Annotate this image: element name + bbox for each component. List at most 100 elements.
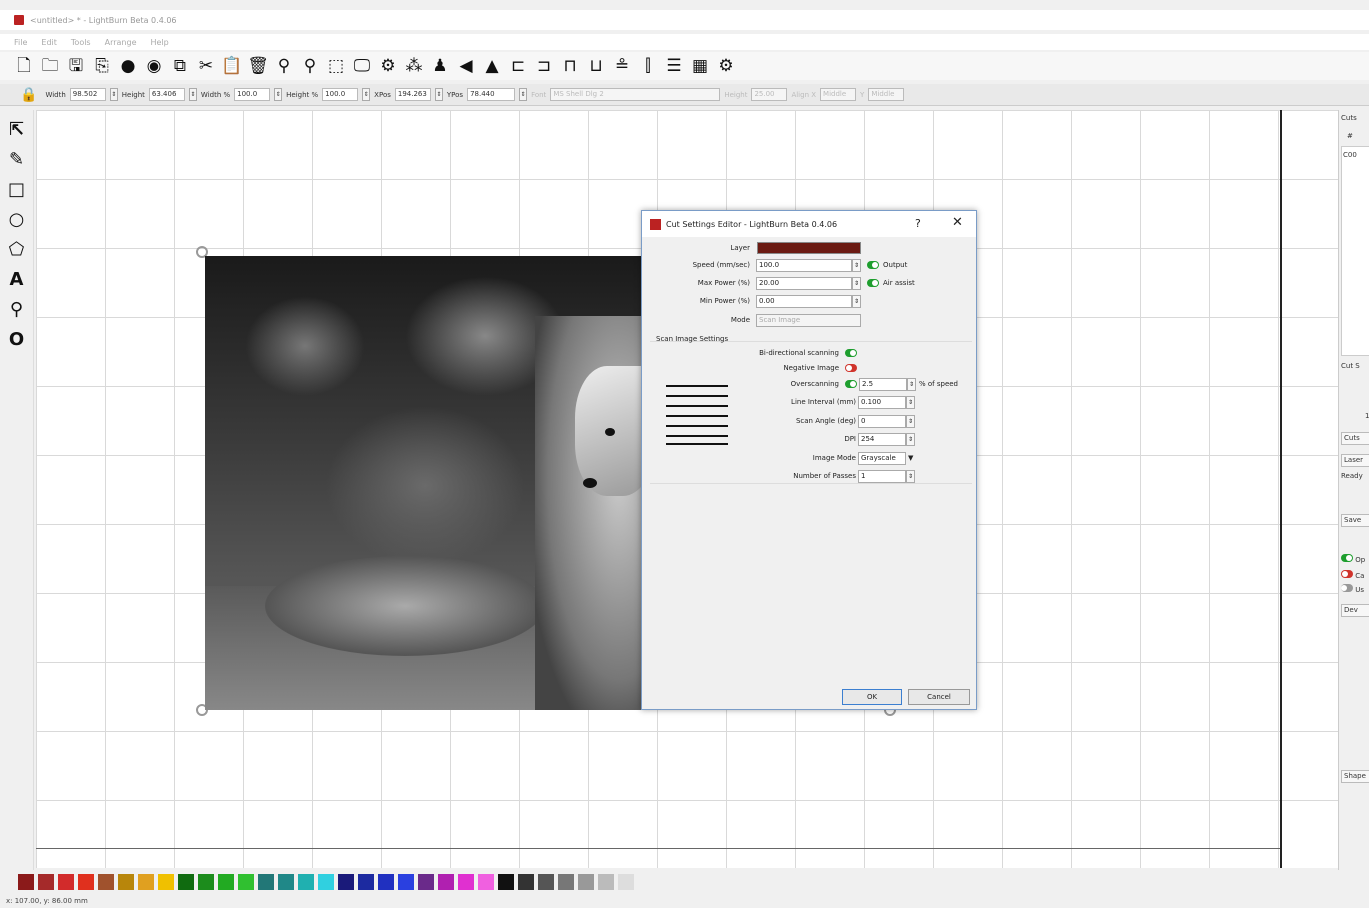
align-left-icon[interactable]: ⊏ — [508, 56, 528, 76]
menu-tools[interactable]: Tools — [71, 38, 91, 47]
settings-icon[interactable]: ⚙ — [378, 56, 398, 76]
max-power-field[interactable]: 20.00 — [756, 276, 852, 290]
min-power-spinner[interactable]: ⇕ — [852, 294, 861, 308]
cuts-row-c00[interactable]: C00 — [1343, 151, 1357, 159]
menu-file[interactable]: File — [14, 38, 27, 47]
color-swatch-1[interactable] — [38, 874, 54, 890]
zoom-tool-icon[interactable]: ⚲ — [274, 56, 294, 76]
distribute-icon[interactable]: ⫿ — [638, 56, 658, 76]
color-swatch-29[interactable] — [598, 874, 614, 890]
dpi-spinner[interactable]: ⇕ — [906, 432, 915, 446]
color-swatch-5[interactable] — [118, 874, 134, 890]
color-swatch-10[interactable] — [218, 874, 234, 890]
color-swatch-8[interactable] — [178, 874, 194, 890]
laser-button[interactable]: Laser — [1341, 454, 1369, 467]
overscan-toggle[interactable] — [845, 380, 857, 388]
grid-array-icon[interactable]: ▦ — [690, 56, 710, 76]
delete-icon[interactable]: 🗑 — [247, 56, 269, 76]
mode-select[interactable]: Scan Image — [756, 313, 861, 327]
copy-icon[interactable]: ⧉ — [170, 56, 190, 76]
xpos-field[interactable]: 194.263 — [394, 88, 431, 101]
color-swatch-9[interactable] — [198, 874, 214, 890]
color-swatch-11[interactable] — [238, 874, 254, 890]
color-swatch-20[interactable] — [418, 874, 434, 890]
dpi-field[interactable]: 254 — [858, 432, 906, 446]
color-swatch-13[interactable] — [278, 874, 294, 890]
height-pct-field[interactable]: 100.0 — [322, 88, 359, 101]
color-swatch-12[interactable] — [258, 874, 274, 890]
color-swatch-7[interactable] — [158, 874, 174, 890]
menu-edit[interactable]: Edit — [41, 38, 57, 47]
height-spinner[interactable]: ⇕ — [188, 88, 197, 101]
flip-vertical-icon[interactable]: ▲ — [482, 56, 502, 76]
output-toggle[interactable] — [867, 261, 879, 269]
color-swatch-24[interactable] — [498, 874, 514, 890]
color-swatch-23[interactable] — [478, 874, 494, 890]
align-bottom-icon[interactable]: ⊔ — [586, 56, 606, 76]
color-swatch-15[interactable] — [318, 874, 334, 890]
save-button[interactable]: Save — [1341, 514, 1369, 527]
open-folder-icon[interactable]: 🗀 — [40, 56, 60, 76]
passes-field[interactable]: 1 — [858, 469, 906, 483]
overscan-field[interactable]: 2.5 — [859, 377, 907, 391]
color-swatch-4[interactable] — [98, 874, 114, 890]
position-marker-icon[interactable]: ⚲ — [6, 298, 28, 320]
group-icon[interactable]: ⁂ — [404, 56, 424, 76]
align-x-select[interactable]: Middle — [820, 88, 857, 101]
color-swatch-27[interactable] — [558, 874, 574, 890]
zoom-in-icon[interactable]: ● — [118, 56, 138, 76]
polygon-icon[interactable]: ⬠ — [6, 238, 28, 260]
line-interval-field[interactable]: 0.100 — [858, 395, 906, 409]
color-swatch-30[interactable] — [618, 874, 634, 890]
pen-icon[interactable]: ✎ — [6, 148, 28, 170]
scan-angle-field[interactable]: 0 — [858, 414, 906, 428]
ypos-spinner[interactable]: ⇕ — [519, 88, 528, 101]
align-top-icon[interactable]: ⊓ — [560, 56, 580, 76]
color-swatch-25[interactable] — [518, 874, 534, 890]
new-file-icon[interactable]: 🗋 — [14, 56, 34, 76]
color-swatch-28[interactable] — [578, 874, 594, 890]
max-power-spinner[interactable]: ⇕ — [852, 276, 861, 290]
width-pct-spinner[interactable]: ⇕ — [274, 88, 283, 101]
zoom-out-icon[interactable]: ◉ — [144, 56, 164, 76]
cuts-tab[interactable]: Cuts — [1341, 114, 1357, 122]
offset-icon[interactable]: O — [6, 328, 28, 350]
color-swatch-0[interactable] — [18, 874, 34, 890]
overscan-spinner[interactable]: ⇕ — [907, 377, 916, 391]
color-swatch-19[interactable] — [398, 874, 414, 890]
monitor-icon[interactable]: 🖵 — [352, 56, 372, 76]
passes-spinner[interactable]: ⇕ — [906, 469, 915, 483]
width-field[interactable]: 98.502 — [69, 88, 106, 101]
rectangle-icon[interactable]: □ — [6, 178, 28, 200]
chevron-down-icon[interactable]: ▼ — [908, 454, 913, 462]
font-height-field[interactable]: 25.00 — [751, 88, 788, 101]
close-icon[interactable]: ✕ — [952, 215, 963, 230]
color-swatch-16[interactable] — [338, 874, 354, 890]
cut-icon[interactable]: ✂ — [196, 56, 216, 76]
line-interval-spinner[interactable]: ⇕ — [906, 395, 915, 409]
negative-toggle[interactable] — [845, 364, 857, 372]
width-spinner[interactable]: ⇕ — [109, 88, 118, 101]
zoom-fit-icon[interactable]: ⚲ — [300, 56, 320, 76]
paste-icon[interactable]: 📋 — [221, 56, 242, 76]
gear-icon[interactable]: ⚙ — [716, 56, 736, 76]
align-y-select[interactable]: Middle — [868, 88, 905, 101]
array-icon[interactable]: ☰ — [664, 56, 684, 76]
option-toggle-1[interactable]: Op — [1341, 554, 1365, 564]
menu-help[interactable]: Help — [151, 38, 169, 47]
air-assist-toggle[interactable] — [867, 279, 879, 287]
speed-field[interactable]: 100.0 — [756, 258, 852, 272]
height-pct-spinner[interactable]: ⇕ — [362, 88, 371, 101]
bidir-toggle[interactable] — [845, 349, 857, 357]
option-toggle-3[interactable]: Us — [1341, 584, 1364, 594]
color-swatch-26[interactable] — [538, 874, 554, 890]
color-swatch-6[interactable] — [138, 874, 154, 890]
min-power-field[interactable]: 0.00 — [756, 294, 852, 308]
image-mode-select[interactable]: Grayscale — [858, 451, 906, 465]
import-icon[interactable]: ⎘ — [92, 56, 112, 76]
cuts-button[interactable]: Cuts — [1341, 432, 1369, 445]
width-pct-field[interactable]: 100.0 — [234, 88, 271, 101]
color-swatch-18[interactable] — [378, 874, 394, 890]
ok-button[interactable]: OK — [842, 689, 902, 705]
ungroup-icon[interactable]: ♟ — [430, 56, 450, 76]
